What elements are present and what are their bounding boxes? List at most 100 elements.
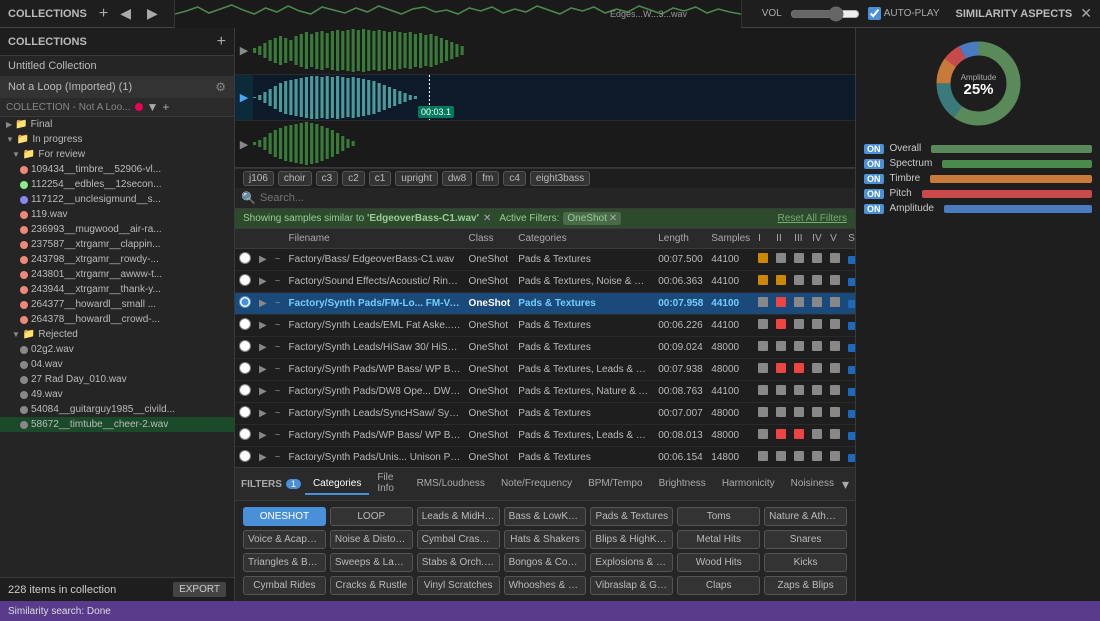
play-icon[interactable]: ▶: [259, 430, 267, 441]
tag-j106[interactable]: j106: [243, 171, 274, 186]
tab-brightness[interactable]: Brightness: [651, 474, 714, 495]
cat-blips[interactable]: Blips & HighKeys: [590, 530, 673, 549]
col-iv[interactable]: IV: [808, 229, 826, 249]
col-length[interactable]: Length: [654, 229, 707, 249]
row-play-cell[interactable]: ▶: [255, 249, 271, 271]
cat-explosions[interactable]: Explosions & Shots: [590, 553, 673, 572]
tag-eight3bass[interactable]: eight3bass: [530, 171, 590, 186]
row-play-cell[interactable]: ▶: [255, 337, 271, 359]
list-item[interactable]: 243801__xtrgamr__awww-t...: [0, 267, 234, 282]
cat-voice[interactable]: Voice & Acapella: [243, 530, 326, 549]
play-icon[interactable]: ▶: [259, 298, 267, 309]
table-row[interactable]: ▶ ~ Factory/Synth Pads/Unis... Unison Pu…: [235, 447, 855, 468]
play-icon[interactable]: ▶: [259, 254, 267, 265]
tag-dw8[interactable]: dw8: [442, 171, 472, 186]
row-radio-cell[interactable]: [235, 447, 255, 468]
sidebar-add-button[interactable]: +: [217, 33, 226, 51]
list-item[interactable]: 243798__xtrgamr__rowdy-...: [0, 252, 234, 267]
row-radio-cell[interactable]: [235, 315, 255, 337]
table-row[interactable]: ▶ ~ Factory/Synth Pads/DW8 Ope... DW8-Op…: [235, 381, 855, 403]
tab-harmonicity[interactable]: Harmonicity: [714, 474, 783, 495]
reset-filters-button[interactable]: Reset All Filters: [778, 213, 847, 224]
list-item[interactable]: 264378__howardl__crowd-...: [0, 312, 234, 327]
table-row[interactable]: ▶ ~ Factory/Synth Leads/EML Fat Aske... …: [235, 315, 855, 337]
row-play-cell[interactable]: ▶: [255, 403, 271, 425]
export-button[interactable]: EXPORT: [173, 582, 226, 597]
cat-metal[interactable]: Metal Hits: [677, 530, 760, 549]
col-similarity[interactable]: Similarity: [844, 229, 855, 249]
cat-zaps[interactable]: Zaps & Blips: [764, 576, 847, 595]
play-icon[interactable]: ▶: [259, 342, 267, 353]
list-item[interactable]: 02g2.wav: [0, 342, 234, 357]
play-icon[interactable]: ▶: [259, 364, 267, 375]
tree-folder-final[interactable]: ▶ 📁 Final: [0, 117, 234, 132]
cat-wood[interactable]: Wood Hits: [677, 553, 760, 572]
cat-vinyl[interactable]: Vinyl Scratches: [417, 576, 500, 595]
list-item[interactable]: 49.wav: [0, 387, 234, 402]
coll-filter-btn[interactable]: ▼: [147, 100, 159, 114]
tab-bpm[interactable]: BPM/Tempo: [580, 474, 650, 495]
tab-categories[interactable]: Categories: [305, 474, 369, 495]
cat-sweeps[interactable]: Sweeps & Lasers: [330, 553, 413, 572]
tag-c3[interactable]: c3: [316, 171, 339, 186]
cat-nature[interactable]: Nature & Athmospheric: [764, 507, 847, 526]
cat-noise[interactable]: Noise & Distortion: [330, 530, 413, 549]
list-item[interactable]: 117122__unclesigmund__s...: [0, 192, 234, 207]
col-filename[interactable]: Filename: [285, 229, 465, 249]
list-item[interactable]: 54084__guitarguy1985__civild...: [0, 402, 234, 417]
tag-choir[interactable]: choir: [278, 171, 312, 186]
nav-forward-button[interactable]: ▶: [143, 3, 162, 24]
nav-back-button[interactable]: ◀: [116, 3, 135, 24]
list-item[interactable]: 264377__howardl__small ...: [0, 297, 234, 312]
row-play-cell[interactable]: ▶: [255, 447, 271, 468]
on-badge-pitch[interactable]: ON: [864, 189, 884, 199]
play-icon[interactable]: ▶: [259, 452, 267, 463]
tab-noisiness[interactable]: Noisiness: [783, 474, 842, 495]
tag-c4[interactable]: c4: [503, 171, 526, 186]
cat-whooshes[interactable]: Whooshes & Whips: [504, 576, 587, 595]
on-badge-amplitude[interactable]: ON: [864, 204, 884, 214]
tag-c1[interactable]: c1: [369, 171, 392, 186]
coll-add-btn[interactable]: +: [162, 100, 169, 114]
on-badge-spectrum[interactable]: ON: [864, 159, 884, 169]
table-row[interactable]: ▶ ~ Factory/Bass/ EdgeoverBass-C1.wav On…: [235, 249, 855, 271]
col-v[interactable]: V: [826, 229, 844, 249]
row-radio-cell[interactable]: [235, 381, 255, 403]
play-icon[interactable]: ▶: [259, 408, 267, 419]
cat-leads[interactable]: Leads & MidHiKeys: [417, 507, 500, 526]
row-play-cell[interactable]: ▶: [255, 425, 271, 447]
row-play-cell[interactable]: ▶: [255, 359, 271, 381]
row-radio-cell[interactable]: [235, 337, 255, 359]
list-item[interactable]: 27 Rad Day_010.wav: [0, 372, 234, 387]
list-item[interactable]: 237587__xtrgamr__clappin...: [0, 237, 234, 252]
tree-folder-for-review[interactable]: ▼ 📁 For review: [0, 147, 234, 162]
list-item[interactable]: 243944__xtrgamr__thank-y...: [0, 282, 234, 297]
cat-kicks[interactable]: Kicks: [764, 553, 847, 572]
cat-cracks[interactable]: Cracks & Rustle: [330, 576, 413, 595]
table-row[interactable]: ▶ ~ Factory/Synth Pads/WP Bass/ WP Bass …: [235, 359, 855, 381]
not-a-loop-collection[interactable]: Not a Loop (Imported) (1) ⚙: [0, 76, 234, 98]
col-ii[interactable]: II: [772, 229, 790, 249]
list-item[interactable]: 112254__edbles__12secon...: [0, 177, 234, 192]
on-badge-timbre[interactable]: ON: [864, 174, 884, 184]
row-play-cell[interactable]: ▶: [255, 271, 271, 293]
table-row[interactable]: ▶ ~ Factory/Sound Effects/Acoustic/ Ring…: [235, 271, 855, 293]
table-row[interactable]: ▶ ~ Factory/Synth Pads/FM-Lo... FM-Voice…: [235, 293, 855, 315]
play-icon[interactable]: ▶: [259, 320, 267, 331]
cat-oneshot[interactable]: ONESHOT: [243, 507, 326, 526]
cat-hats[interactable]: Hats & Shakers: [504, 530, 587, 549]
table-row[interactable]: ▶ ~ Factory/Synth Leads/SyncHSaw/ SyncHS…: [235, 403, 855, 425]
row-play-cell[interactable]: ▶: [255, 381, 271, 403]
search-input[interactable]: [260, 192, 849, 204]
cat-bass[interactable]: Bass & LowKeys: [504, 507, 587, 526]
tab-fileinfo[interactable]: File Info: [369, 468, 408, 500]
filter-close-icon[interactable]: ✕: [483, 213, 491, 224]
tag-upright[interactable]: upright: [395, 171, 438, 186]
play-button-1[interactable]: ▶: [235, 28, 253, 74]
cat-claps[interactable]: Claps: [677, 576, 760, 595]
list-item[interactable]: 04.wav: [0, 357, 234, 372]
col-iii[interactable]: III: [790, 229, 808, 249]
tag-c2[interactable]: c2: [342, 171, 365, 186]
list-item[interactable]: 58672__timtube__cheer-2.wav: [0, 417, 234, 432]
play-button-3[interactable]: ▶: [235, 121, 253, 167]
